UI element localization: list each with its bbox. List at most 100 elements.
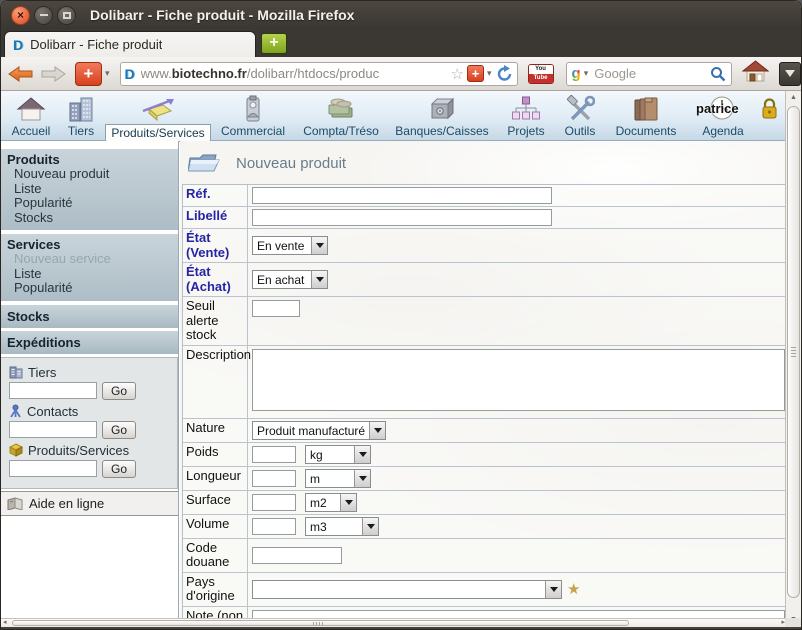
tiers-search-input[interactable] [9,382,97,399]
sidebar-item-popularite[interactable]: Popularité [7,196,172,211]
tiers-go-button[interactable]: Go [102,382,136,400]
page-viewport: Accueil Tiers Produits/Services [1,91,787,618]
menu-item-projets[interactable]: Projets [497,94,555,138]
sidebar-item-popularite-services[interactable]: Popularité [7,281,172,296]
form-row-note: Note (non visible sur les factures, [183,607,785,619]
youtube-button[interactable]: You Tube [528,64,554,84]
dropdown-caret-icon[interactable]: ▾ [105,68,110,79]
field-label: Surface [183,491,248,514]
sidebar-title-produits[interactable]: Produits [7,152,172,167]
menu-item-accueil[interactable]: Accueil [5,94,57,138]
sidebar-header-stocks[interactable]: Stocks [1,305,178,328]
form-row-surface: Surface m2 [183,491,785,515]
note-textarea[interactable] [252,610,785,619]
ref-input[interactable] [252,187,552,204]
volume-input[interactable] [252,518,296,535]
menu-item-outils[interactable]: Outils [555,94,605,138]
horizontal-scrollbar[interactable]: ◂ ▸ [1,618,787,627]
menu-item-produits-services[interactable]: Produits/Services [105,94,211,142]
field-label: Nature [183,419,248,442]
window-controls: × [11,6,76,25]
scroll-left-button[interactable]: ◂ [3,619,7,627]
sidebar-item-nouveau-produit[interactable]: Nouveau produit [7,167,172,182]
org-chart-icon [510,95,542,123]
menu-label: Documents [616,124,677,138]
form-row-pays: Pays d'origine ★ [183,573,785,607]
pays-select[interactable] [252,580,562,599]
home-icon [742,60,769,83]
menu-label: Commercial [221,124,285,138]
select-value: m [306,470,354,487]
sidebar-title-services[interactable]: Services [7,237,172,252]
dropdown-arrow-icon [354,446,370,463]
minimize-button[interactable] [34,6,53,25]
money-icon [324,95,358,123]
seuil-input[interactable] [252,300,300,317]
produits-go-button[interactable]: Go [102,460,136,478]
menu-item-banques-caisses[interactable]: Banques/Caisses [387,94,497,138]
sidebar-item-stocks[interactable]: Stocks [7,211,172,226]
download-button[interactable] [779,62,801,86]
description-textarea[interactable] [252,349,785,411]
close-button[interactable]: × [11,6,30,25]
arrow-left-icon: ◂ [3,619,7,626]
etat-vente-select[interactable]: En vente [252,236,328,255]
sidebar-item-nouveau-service: Nouveau service [7,252,172,267]
menu-item-logout[interactable] [759,94,779,123]
select-value: Produit manufacturé [253,422,369,439]
nature-select[interactable]: Produit manufacturé [252,421,386,440]
volume-unit-select[interactable]: m3 [305,517,379,536]
url-dropdown-caret-icon[interactable]: ▾ [487,68,492,79]
sidebar-item-liste[interactable]: Liste [7,182,172,197]
magnifier-icon[interactable] [710,66,726,82]
poids-unit-select[interactable]: kg [305,445,371,464]
scroll-up-button[interactable]: ▲ [786,91,801,105]
surface-input[interactable] [252,494,296,511]
longueur-unit-select[interactable]: m [305,469,371,488]
browser-tab[interactable]: D Dolibarr - Fiche produit [4,31,256,57]
book-icon [7,497,23,510]
product-box-icon [141,95,175,123]
share-plus-button[interactable]: + [467,65,484,82]
form-row-nature: Nature Produit manufacturé [183,419,785,443]
buildings-icon [66,95,96,123]
libelle-input[interactable] [252,209,552,226]
back-button[interactable] [7,64,34,84]
reload-button[interactable] [496,65,513,82]
menu-item-documents[interactable]: Documents [605,94,687,138]
dropdown-arrow-icon [354,470,370,487]
menu-item-agenda[interactable]: patrice Agenda [687,94,759,138]
forward-button[interactable] [40,64,67,84]
menu-item-tiers[interactable]: Tiers [57,94,105,138]
help-link[interactable]: Aide en ligne [1,491,178,516]
menu-item-commercial[interactable]: Commercial [211,94,295,138]
lock-icon [761,95,778,123]
quick-search-panel: Tiers Go Contacts [1,357,178,489]
etat-achat-select[interactable]: En achat [252,270,328,289]
back-arrow-icon [7,64,34,84]
sidebar-header-expeditions[interactable]: Expéditions [1,331,178,354]
code-douane-input[interactable] [252,547,342,564]
search-box[interactable]: g ▾ Google [566,62,732,86]
url-bar[interactable]: D www.biotechno.fr/dolibarr/htdocs/produ… [120,62,518,86]
home-button[interactable] [742,60,769,88]
poids-input[interactable] [252,446,296,463]
surface-unit-select[interactable]: m2 [305,493,357,512]
search-engine-caret-icon[interactable]: ▾ [584,68,589,79]
vertical-scroll-thumb[interactable] [787,106,800,598]
produits-search-input[interactable] [9,460,97,477]
vertical-scrollbar[interactable]: ▲ ▼ [785,91,801,627]
contacts-go-button[interactable]: Go [102,421,136,439]
maximize-button[interactable] [57,6,76,25]
new-tab-button[interactable]: + [261,33,287,54]
new-entry-button[interactable]: + [75,62,102,86]
plus-icon: + [472,66,480,81]
menu-item-compta-treso[interactable]: Compta/Tréso [295,94,387,138]
horizontal-scroll-thumb[interactable] [12,620,629,626]
longueur-input[interactable] [252,470,296,487]
contacts-search-input[interactable] [9,421,97,438]
product-form: Réf. Libellé État (Vente) En vente [182,184,786,618]
bookmark-star-icon[interactable]: ☆ [451,65,464,83]
field-label: Réf. [183,185,248,206]
sidebar-item-liste-services[interactable]: Liste [7,267,172,282]
